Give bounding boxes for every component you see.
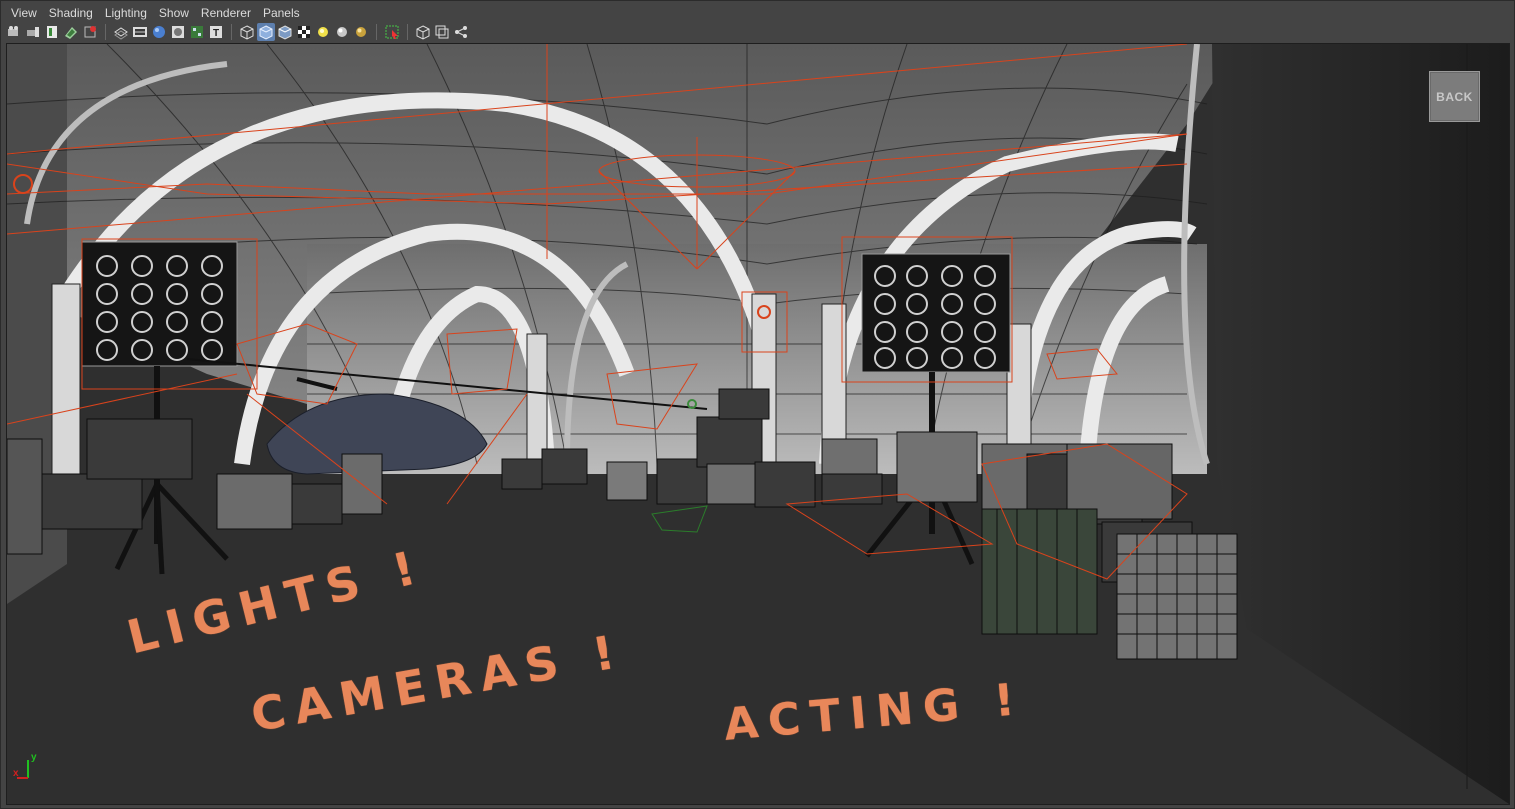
svg-text:T: T bbox=[213, 28, 219, 39]
back-button[interactable]: BACK bbox=[1429, 71, 1480, 122]
default-material-icon[interactable] bbox=[276, 23, 294, 41]
toolbar-separator bbox=[105, 24, 106, 40]
textured-icon[interactable] bbox=[188, 23, 206, 41]
panel-menu-bar: View Shading Lighting Show Renderer Pane… bbox=[5, 4, 1505, 22]
axis-y-label: y bbox=[31, 752, 37, 763]
shaded-cube-icon[interactable] bbox=[238, 23, 256, 41]
bookmarks-icon[interactable] bbox=[43, 23, 61, 41]
motion-blur-icon[interactable] bbox=[352, 23, 370, 41]
3d-viewport[interactable]: BACK LIGHTS ! CAMERAS ! ACTING ! y x bbox=[6, 43, 1510, 805]
points-icon[interactable] bbox=[169, 23, 187, 41]
use-all-lights-icon[interactable] bbox=[295, 23, 313, 41]
wireframe-icon[interactable] bbox=[112, 23, 130, 41]
shadows-icon[interactable] bbox=[314, 23, 332, 41]
menu-show[interactable]: Show bbox=[153, 4, 195, 22]
x-ray-icon[interactable]: T bbox=[207, 23, 225, 41]
panel-toolbar: T bbox=[5, 22, 1505, 42]
menu-panels[interactable]: Panels bbox=[257, 4, 306, 22]
isolate-select-icon[interactable] bbox=[414, 23, 432, 41]
axis-x-label: x bbox=[13, 768, 19, 779]
select-camera-icon[interactable] bbox=[383, 23, 401, 41]
toolbar-separator bbox=[376, 24, 377, 40]
toolbar-separator bbox=[231, 24, 232, 40]
menu-shading[interactable]: Shading bbox=[43, 4, 99, 22]
two-sided-lighting-icon[interactable] bbox=[433, 23, 451, 41]
viewport-panel-frame: View Shading Lighting Show Renderer Pane… bbox=[0, 0, 1515, 809]
menu-lighting[interactable]: Lighting bbox=[99, 4, 153, 22]
ambient-occlusion-icon[interactable] bbox=[333, 23, 351, 41]
image-plane-icon[interactable] bbox=[62, 23, 80, 41]
view-axis-indicator: y x bbox=[13, 752, 43, 784]
toolbar-separator bbox=[407, 24, 408, 40]
camera-select-icon[interactable] bbox=[5, 23, 23, 41]
grid-icon[interactable] bbox=[81, 23, 99, 41]
scene-render bbox=[7, 44, 1509, 804]
smooth-shade-icon[interactable] bbox=[131, 23, 149, 41]
wireframe-on-shaded-icon[interactable] bbox=[257, 23, 275, 41]
bounding-box-icon[interactable] bbox=[150, 23, 168, 41]
menu-renderer[interactable]: Renderer bbox=[195, 4, 257, 22]
hud-icon[interactable] bbox=[452, 23, 470, 41]
menu-view[interactable]: View bbox=[5, 4, 43, 22]
camera-attributes-icon[interactable] bbox=[24, 23, 42, 41]
